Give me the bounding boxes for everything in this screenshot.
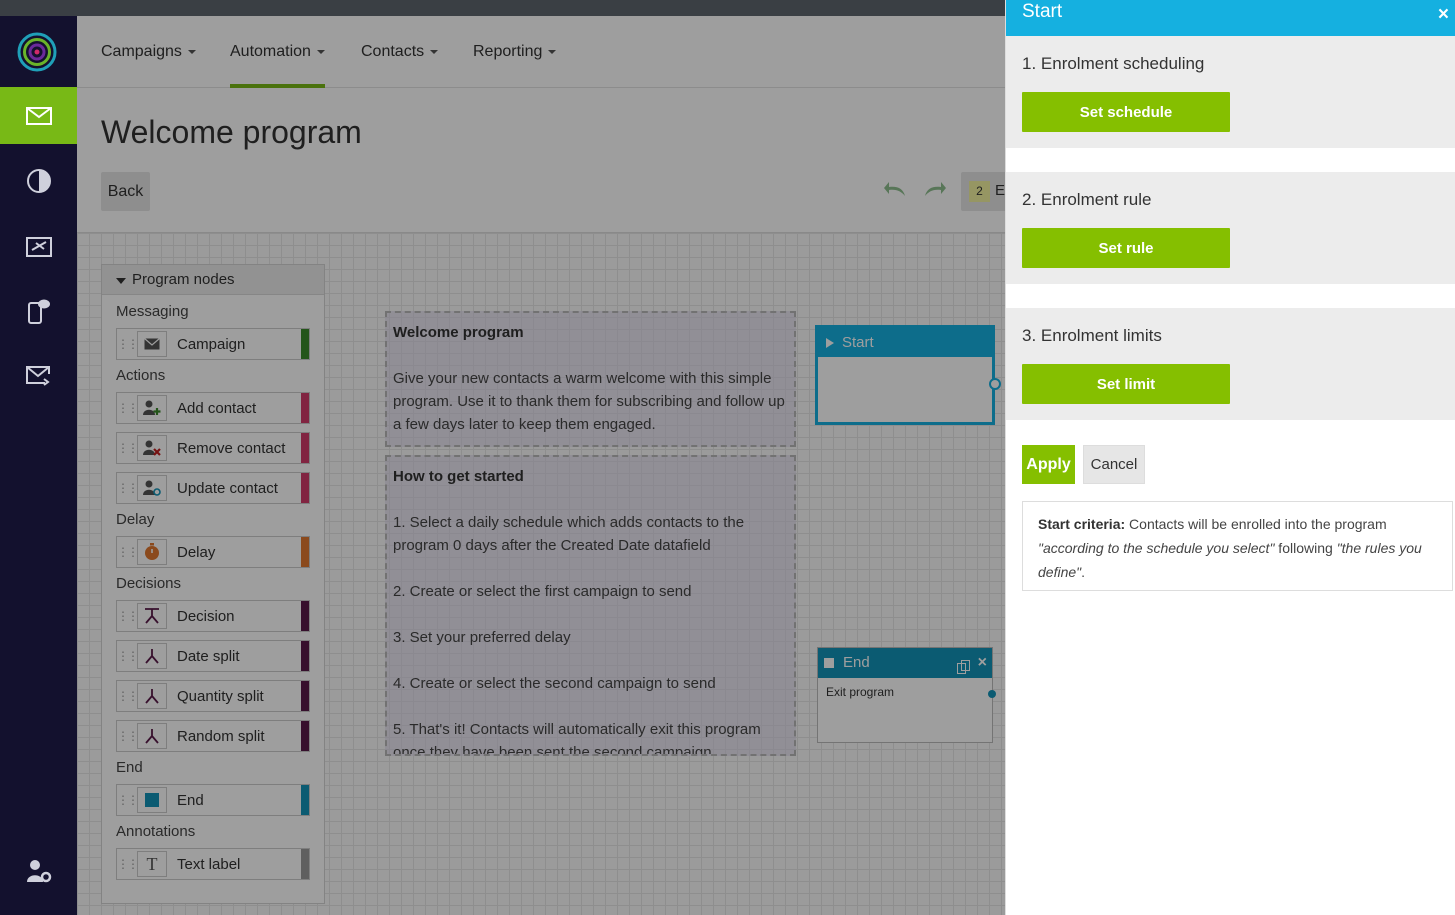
left-rail bbox=[0, 16, 77, 915]
section-enrolment-scheduling: 1. Enrolment scheduling Set schedule bbox=[1006, 36, 1455, 148]
panel-title: Start bbox=[1022, 1, 1063, 22]
logo-icon[interactable] bbox=[17, 32, 57, 72]
set-rule-button[interactable]: Set rule bbox=[1022, 228, 1230, 268]
rail-item-email[interactable] bbox=[0, 87, 77, 144]
rail-item-transactional[interactable] bbox=[0, 217, 77, 274]
criteria-label: Start criteria: bbox=[1038, 516, 1126, 532]
main-area: Campaigns Automation Contacts Reporting … bbox=[77, 16, 1005, 915]
start-criteria-summary: Start criteria: Contacts will be enrolle… bbox=[1022, 501, 1453, 591]
rail-item-user-settings[interactable] bbox=[0, 842, 77, 899]
section-enrolment-limits: 3. Enrolment limits Set limit bbox=[1006, 308, 1455, 420]
cancel-button[interactable]: Cancel bbox=[1083, 445, 1145, 484]
rail-item-reports[interactable] bbox=[0, 152, 77, 209]
rail-item-sms[interactable] bbox=[0, 282, 77, 339]
panel-header: Start × bbox=[1006, 0, 1455, 36]
set-limit-button[interactable]: Set limit bbox=[1022, 364, 1230, 404]
envelope-icon bbox=[25, 106, 52, 125]
start-settings-panel: Start × 1. Enrolment scheduling Set sche… bbox=[1005, 0, 1455, 915]
modal-overlay[interactable] bbox=[77, 16, 1005, 915]
close-icon[interactable]: × bbox=[1438, 3, 1449, 27]
apply-button[interactable]: Apply bbox=[1022, 445, 1075, 484]
user-gear-icon bbox=[26, 859, 51, 882]
set-schedule-button[interactable]: Set schedule bbox=[1022, 92, 1230, 132]
section-title: 1. Enrolment scheduling bbox=[1022, 54, 1205, 73]
rail-item-inbox[interactable] bbox=[0, 347, 77, 404]
section-title: 2. Enrolment rule bbox=[1022, 190, 1152, 209]
mobile-message-icon bbox=[27, 299, 50, 324]
mail-arrow-icon bbox=[25, 365, 50, 386]
plane-icon bbox=[25, 236, 52, 257]
section-enrolment-rule: 2. Enrolment rule Set rule bbox=[1006, 172, 1455, 284]
pie-chart-icon bbox=[26, 168, 51, 193]
section-title: 3. Enrolment limits bbox=[1022, 326, 1162, 345]
